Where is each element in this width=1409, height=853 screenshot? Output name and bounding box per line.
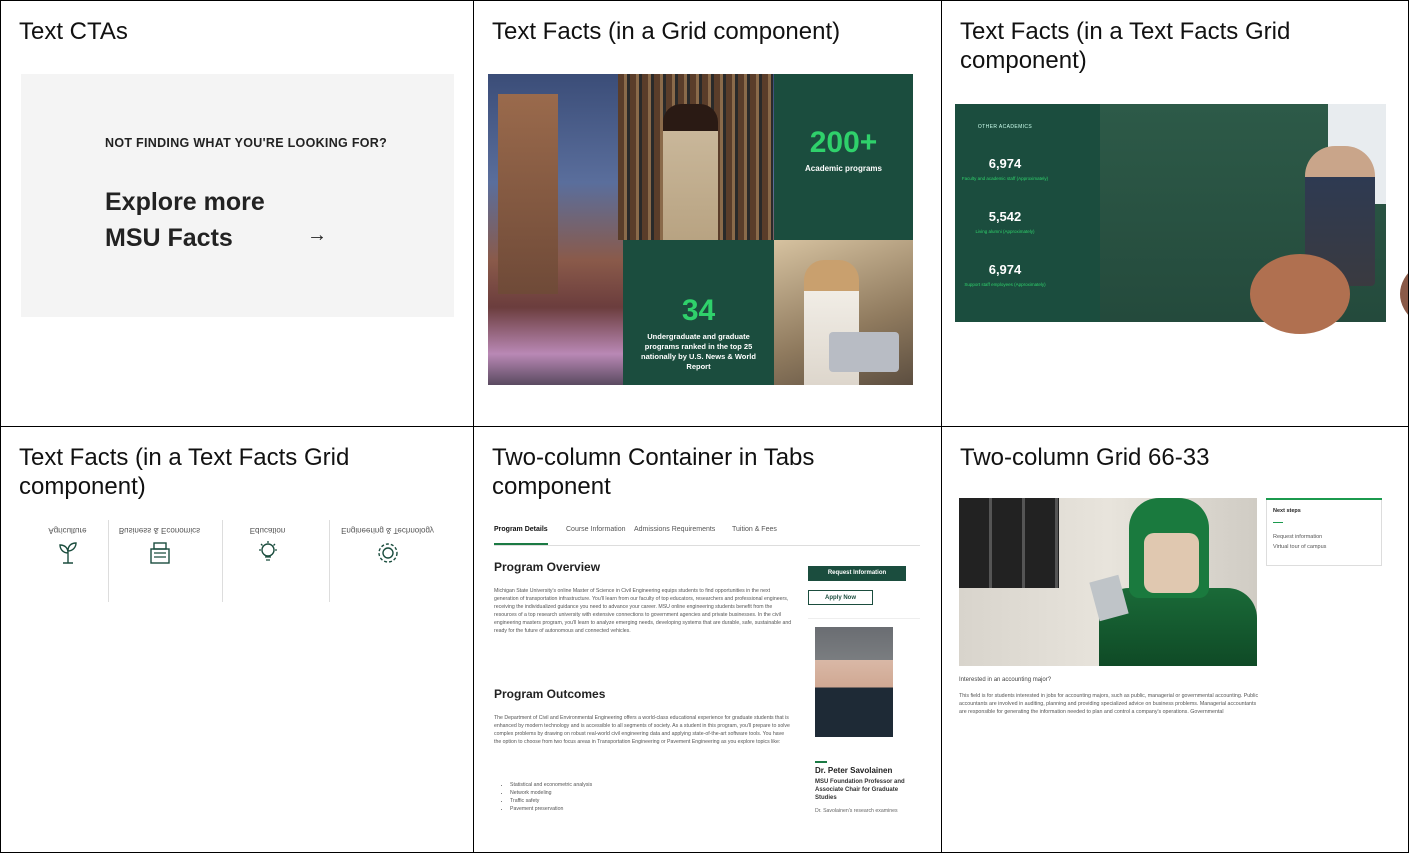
student-laptop-photo <box>774 240 913 385</box>
student-head <box>1400 254 1408 334</box>
fact-label: Academic programs <box>805 164 882 173</box>
fact-label: Living alumni (Approximately) <box>975 229 1035 234</box>
cell-title: Text Facts (in a Text Facts Grid compone… <box>960 18 1291 74</box>
faculty-title: MSU Foundation Professor and Associate C… <box>815 779 905 801</box>
student-figure <box>663 104 718 240</box>
tab-program-details[interactable]: Program Details <box>494 526 548 533</box>
classroom-photo <box>1100 104 1408 334</box>
cta-headline[interactable]: Explore more MSU Facts <box>105 184 305 256</box>
outcomes-list: Statistical and econometric analysis Net… <box>500 781 592 813</box>
component-sheet: Text CTAs NOT FINDING WHAT YOU'RE LOOKIN… <box>0 0 1409 853</box>
student-head <box>1250 254 1350 334</box>
divider <box>329 520 330 602</box>
fact-number: 5,542 <box>988 209 1022 224</box>
cell-title: Two-column Container in Tabs component <box>492 444 815 500</box>
laptop-shape <box>829 332 899 372</box>
divider <box>108 520 109 602</box>
mascot-photo <box>959 498 1257 666</box>
request-information-button[interactable]: Request Information <box>808 566 906 581</box>
apply-now-button[interactable]: Apply Now <box>808 590 873 605</box>
overview-text: Michigan State University's online Maste… <box>494 588 792 634</box>
next-steps-title: Next steps <box>1273 508 1301 514</box>
cell-icon-facts: Text Facts (in a Text Facts Grid compone… <box>0 426 475 853</box>
cell-title: Text Facts (in a Grid component) <box>492 18 841 45</box>
faculty-portrait <box>815 627 893 737</box>
fact-number: 200+ <box>809 126 878 159</box>
tab-course-information[interactable]: Course Information <box>566 526 626 533</box>
tower-shape <box>498 94 558 294</box>
icon-facts-row: Agriculture Business & Economics Educati… <box>20 520 450 602</box>
mascot-face <box>1144 533 1199 593</box>
fact-label: Faculty and academic staff (Approximatel… <box>961 176 1049 181</box>
facts-eyebrow: OTHER ACADEMICS <box>977 124 1033 130</box>
icon-fact-engineering[interactable]: Engineering & Technology <box>340 520 435 602</box>
book-shape <box>1089 574 1129 622</box>
accent-line <box>815 761 827 763</box>
fact-label: Support staff employees (Approximately) <box>964 282 1046 287</box>
tab-admissions-requirements[interactable]: Admissions Requirements <box>634 526 715 533</box>
window-shape <box>959 498 1059 588</box>
tabs-divider <box>494 545 920 546</box>
text-facts-block: OTHER ACADEMICS 6,974 Faculty and academ… <box>955 104 1408 334</box>
cell-text-facts-photo: Text Facts (in a Text Facts Grid compone… <box>941 0 1409 428</box>
accent-line <box>1273 522 1283 523</box>
cta-eyebrow: NOT FINDING WHAT YOU'RE LOOKING FOR? <box>105 136 388 150</box>
facts-column: OTHER ACADEMICS 6,974 Faculty and academ… <box>955 104 1100 322</box>
faculty-description: Dr. Savolainen's research examines <box>815 808 898 814</box>
cell-text-ctas: Text CTAs NOT FINDING WHAT YOU'RE LOOKIN… <box>0 0 475 428</box>
arrow-right-icon[interactable]: → <box>307 224 327 247</box>
plant-icon <box>58 542 77 564</box>
fact-number: 6,974 <box>988 262 1022 277</box>
outcomes-text: The Department of Civil and Environmenta… <box>494 715 790 745</box>
lightbulb-icon <box>258 541 277 561</box>
icon-fact-label: Engineering & Technology <box>341 526 434 535</box>
request-information-link[interactable]: Request information <box>1273 534 1322 540</box>
cell-title: Text Facts (in a Text Facts Grid compone… <box>19 444 350 500</box>
cell-text-facts-grid: Text Facts (in a Grid component) 200+ Ac… <box>473 0 943 428</box>
icon-fact-agriculture[interactable]: Agriculture <box>20 520 115 602</box>
fact-label: Undergraduate and graduate programs rank… <box>641 332 756 371</box>
fact-tile-1: 200+ Academic programs <box>774 74 913 240</box>
list-item: Traffic safety <box>510 797 592 805</box>
gear-icon <box>377 543 398 563</box>
list-item: Statistical and econometric analysis <box>510 781 592 789</box>
tab-tuition-fees[interactable]: Tuition & Fees <box>732 526 777 533</box>
icon-fact-business[interactable]: Business & Economics <box>112 520 207 602</box>
fact-number: 6,974 <box>988 156 1022 171</box>
cell-title: Two-column Grid 66-33 <box>960 444 1210 471</box>
icon-fact-label: Business & Economics <box>118 526 201 535</box>
faculty-name: Dr. Peter Savolainen <box>815 766 893 775</box>
fact-tile-2: 34 Undergraduate and graduate programs r… <box>623 240 774 385</box>
cell-title: Text CTAs <box>19 18 128 45</box>
icon-fact-label: Education <box>249 526 286 535</box>
accounting-text: This field is for students interested in… <box>959 693 1259 715</box>
accounting-question: Interested in an accounting major? <box>959 677 1052 683</box>
cta-box[interactable]: NOT FINDING WHAT YOU'RE LOOKING FOR? Exp… <box>21 74 454 317</box>
fact-number: 34 <box>681 294 716 327</box>
sidebar-divider <box>808 618 920 619</box>
outcomes-heading: Program Outcomes <box>494 687 606 701</box>
icon-fact-education[interactable]: Education <box>220 520 315 602</box>
overview-heading: Program Overview <box>494 560 601 574</box>
register-icon <box>149 542 170 564</box>
icon-fact-label: Agriculture <box>48 526 87 535</box>
list-item: Network modeling <box>510 789 592 797</box>
grid-facts: 200+ Academic programs 34 Undergraduate … <box>488 74 913 385</box>
virtual-tour-link[interactable]: Virtual tour of campus <box>1273 544 1326 550</box>
list-item: Pavement preservation <box>510 805 592 813</box>
